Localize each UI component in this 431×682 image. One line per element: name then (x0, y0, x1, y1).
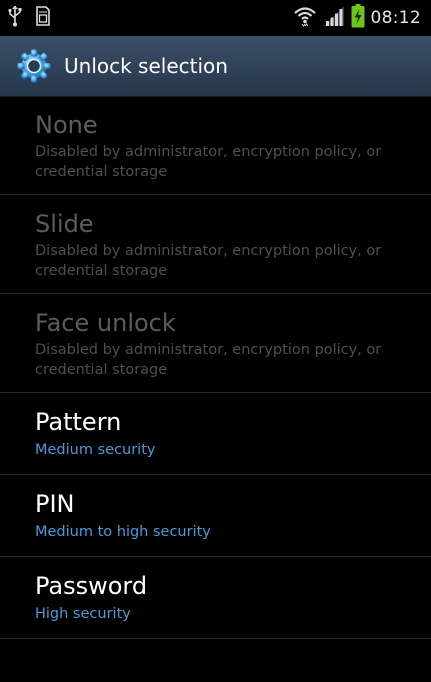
sd-card-icon (36, 6, 50, 30)
unlock-options-list: None Disabled by administrator, encrypti… (0, 96, 431, 639)
signal-icon (323, 5, 345, 31)
option-none: None Disabled by administrator, encrypti… (0, 96, 431, 195)
wifi-icon (293, 5, 317, 31)
status-time: 08:12 (370, 8, 421, 28)
option-title: PIN (35, 490, 75, 518)
option-title: Slide (35, 210, 94, 238)
option-title: Face unlock (35, 309, 176, 337)
battery-charging-icon (351, 4, 365, 32)
option-subtitle: Disabled by administrator, encryption po… (35, 342, 382, 378)
screen: 08:12 Unlock selection None Disabled by … (0, 0, 431, 682)
option-slide: Slide Disabled by administrator, encrypt… (0, 195, 431, 294)
option-subtitle: Medium security (35, 442, 156, 458)
option-face-unlock: Face unlock Disabled by administrator, e… (0, 294, 431, 393)
option-pin[interactable]: PIN Medium to high security (0, 475, 431, 557)
option-subtitle: Medium to high security (35, 524, 211, 540)
option-password[interactable]: Password High security (0, 557, 431, 639)
page-title: Unlock selection (64, 54, 228, 78)
option-subtitle: Disabled by administrator, encryption po… (35, 144, 382, 180)
option-subtitle: Disabled by administrator, encryption po… (35, 243, 382, 279)
status-bar: 08:12 (0, 0, 431, 36)
option-subtitle: High security (35, 606, 131, 622)
title-bar: Unlock selection (0, 36, 431, 96)
option-pattern[interactable]: Pattern Medium security (0, 393, 431, 475)
gear-icon (16, 48, 52, 84)
usb-icon (8, 5, 22, 31)
option-title: Password (35, 572, 148, 600)
option-title: None (35, 111, 98, 139)
option-title: Pattern (35, 408, 122, 436)
